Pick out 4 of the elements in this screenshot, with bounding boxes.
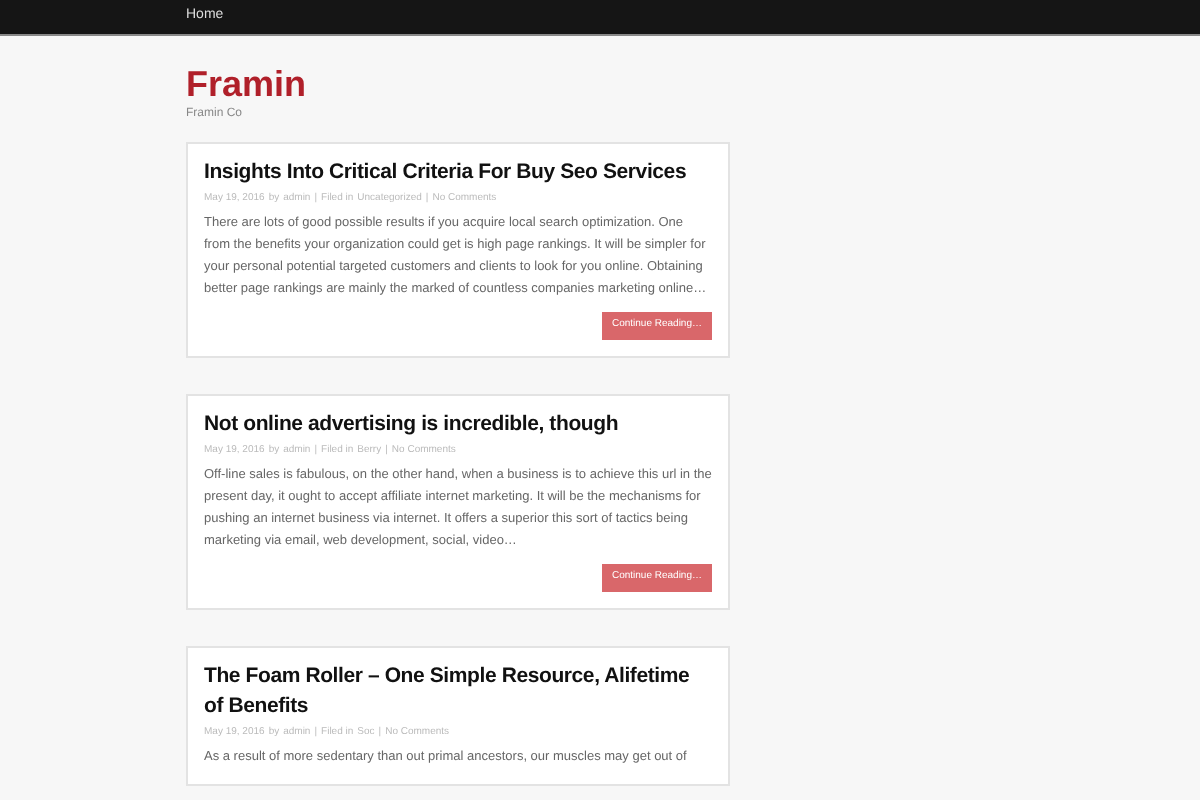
post-title[interactable]: Not online advertising is incredible, though: [204, 410, 712, 440]
post-title[interactable]: Insights Into Critical Criteria For Buy Seo Services: [204, 158, 712, 188]
post-title[interactable]: The Foam Roller – One Simple Resource, Alifetime of Benefits: [204, 662, 712, 722]
site-title[interactable]: Framin: [186, 62, 1014, 106]
